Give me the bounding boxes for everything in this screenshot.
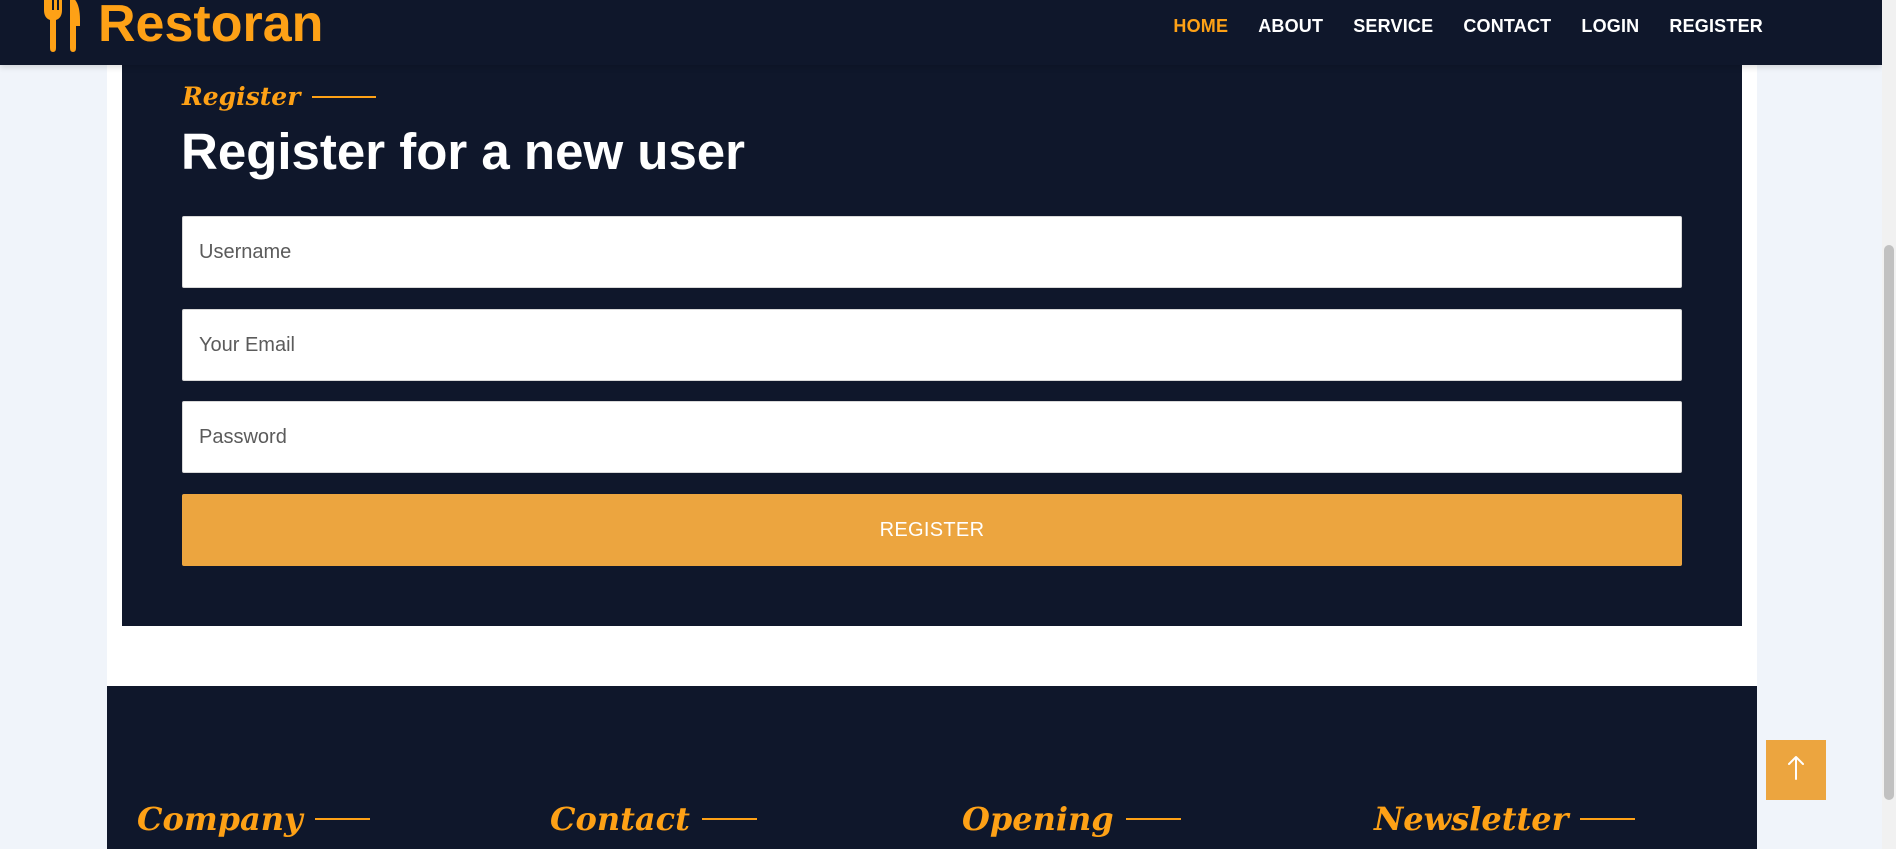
nav-about[interactable]: ABOUT xyxy=(1243,14,1338,38)
title-decor-line xyxy=(1580,818,1636,820)
nav-contact[interactable]: CONTACT xyxy=(1448,14,1566,38)
brand-name: Restoran xyxy=(98,0,324,53)
footer-title-text: Newsletter xyxy=(1374,800,1569,838)
title-decor-line xyxy=(314,818,370,820)
title-decor-line xyxy=(701,818,757,820)
footer-title-company: Company xyxy=(137,800,370,838)
footer-title-text: Opening xyxy=(962,800,1114,838)
title-decor-line xyxy=(1125,818,1181,820)
footer-title-newsletter: Newsletter xyxy=(1374,800,1636,838)
footer-title-contact: Contact xyxy=(550,800,757,838)
nav-home[interactable]: HOME xyxy=(1158,14,1243,38)
footer-title-opening: Opening xyxy=(962,800,1181,838)
tag-decor-line xyxy=(312,95,377,98)
register-button[interactable]: REGISTER xyxy=(182,494,1682,566)
fork-knife-icon xyxy=(40,0,86,52)
footer-title-text: Company xyxy=(137,800,303,838)
brand-logo[interactable]: Restoran xyxy=(40,0,323,54)
register-tag-text: Register xyxy=(182,82,301,111)
password-input[interactable] xyxy=(182,401,1682,473)
navbar: Restoran HOME ABOUT SERVICE CONTACT LOGI… xyxy=(0,0,1882,65)
footer-title-text: Contact xyxy=(550,800,690,838)
arrow-up-icon xyxy=(1786,755,1806,786)
back-to-top-button[interactable] xyxy=(1766,740,1826,800)
register-heading: Register for a new user xyxy=(181,123,746,180)
page: Register Register for a new user REGISTE… xyxy=(0,0,1896,849)
scrollbar-thumb[interactable] xyxy=(1884,245,1894,800)
nav-menu: HOME ABOUT SERVICE CONTACT LOGIN REGISTE… xyxy=(1158,14,1778,38)
nav-service[interactable]: SERVICE xyxy=(1338,14,1448,38)
register-section-tag: Register xyxy=(182,82,377,111)
nav-register[interactable]: REGISTER xyxy=(1654,14,1778,38)
username-input[interactable] xyxy=(182,216,1682,288)
email-input[interactable] xyxy=(182,309,1682,381)
nav-login[interactable]: LOGIN xyxy=(1566,14,1654,38)
